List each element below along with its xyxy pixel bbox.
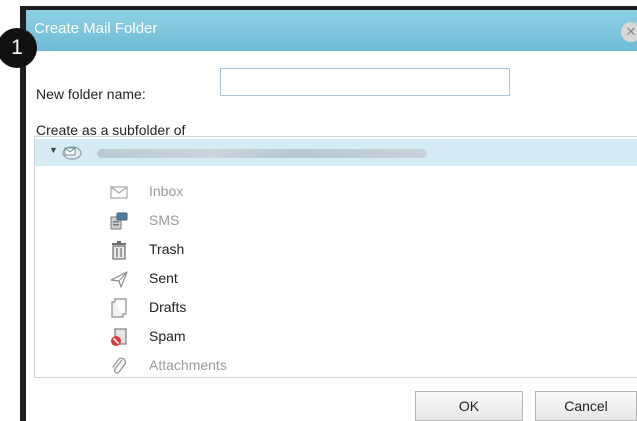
folder-label-attachments: Attachments (149, 357, 227, 373)
folder-sms[interactable]: SMS (35, 208, 435, 234)
account-name-redacted (97, 149, 427, 158)
close-button[interactable]: ✕ (621, 22, 637, 42)
trash-icon (109, 240, 129, 260)
paperclip-icon (109, 356, 129, 376)
folder-tree: ▼ Inbox SMS Trash Sent Drafts Spam Attac… (34, 136, 637, 378)
folder-label-spam: Spam (149, 328, 186, 344)
folder-inbox[interactable]: Inbox (35, 179, 435, 205)
expand-arrow-icon[interactable]: ▼ (49, 145, 58, 155)
folder-label-sms: SMS (149, 212, 180, 228)
folder-trash[interactable]: Trash (35, 237, 435, 263)
folder-label-sent: Sent (149, 270, 178, 286)
folder-label-trash: Trash (149, 241, 185, 257)
create-mail-folder-dialog: Create Mail Folder ✕ New folder name: Cr… (26, 10, 637, 421)
sms-icon (109, 211, 129, 231)
folder-name-input[interactable] (220, 68, 510, 96)
ok-button[interactable]: OK (415, 391, 523, 421)
close-icon: ✕ (625, 24, 637, 39)
drafts-icon (109, 298, 129, 318)
mail-account-icon (61, 144, 83, 166)
tree-account-row[interactable]: ▼ (35, 139, 637, 166)
folder-label-drafts: Drafts (149, 299, 187, 315)
folder-attachments[interactable]: Attachments (35, 353, 435, 379)
spam-icon (109, 327, 129, 347)
sent-icon (109, 269, 129, 289)
folder-drafts[interactable]: Drafts (35, 295, 435, 321)
envelope-icon (109, 182, 129, 202)
dialog-title: Create Mail Folder (34, 20, 158, 37)
folder-label-inbox: Inbox (149, 183, 184, 199)
folder-sent[interactable]: Sent (35, 266, 435, 292)
folder-name-label: New folder name: (36, 86, 146, 102)
dialog-titlebar: Create Mail Folder ✕ (26, 10, 637, 51)
cancel-button[interactable]: Cancel (535, 391, 637, 421)
folder-spam[interactable]: Spam (35, 324, 435, 350)
